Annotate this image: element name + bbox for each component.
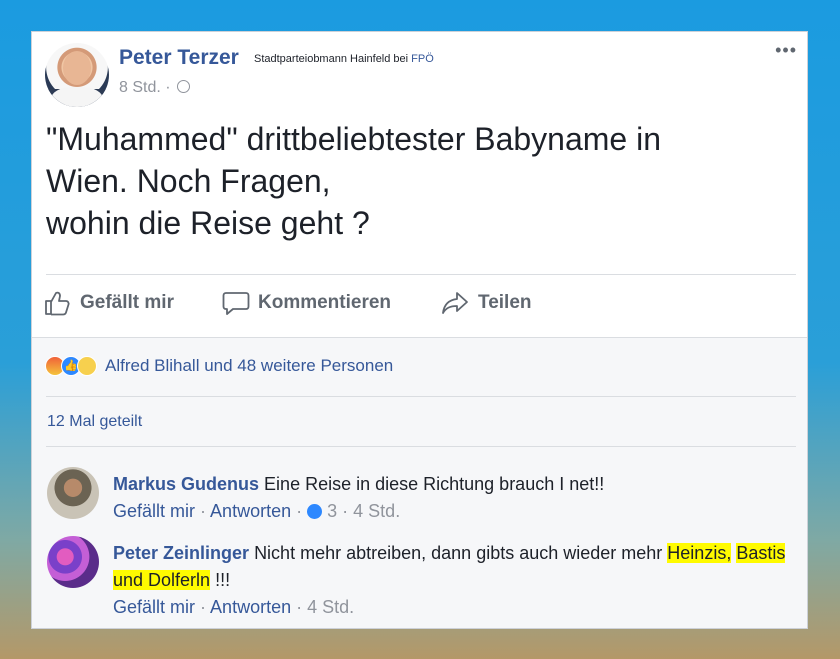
reactions-summary[interactable]: 👍 Alfred Blihall und 48 weitere Personen	[45, 356, 393, 376]
comment-button[interactable]: Kommentieren	[222, 290, 391, 316]
comment-actions: Gefällt mir · Antworten · 4 Std.	[113, 597, 355, 617]
post-meta: 8 Std. ·	[119, 79, 191, 97]
share-count[interactable]: 12 Mal geteilt	[47, 413, 142, 431]
comment-like-link[interactable]: Gefällt mir	[113, 597, 195, 617]
like-button-label: Gefällt mir	[80, 292, 174, 313]
comment-reply-link[interactable]: Antworten	[210, 501, 291, 521]
facebook-post-card: Peter Terzer Stadtparteiobmann Hainfeld …	[31, 31, 808, 629]
comment-time[interactable]: · 4 Std.	[296, 597, 354, 617]
post-text-line: wohin die Reise geht ?	[46, 205, 370, 241]
comment-like-link[interactable]: Gefällt mir	[113, 501, 195, 521]
post-text-line: Wien. Noch Fragen,	[46, 163, 331, 199]
author-role: Stadtparteiobmann Hainfeld bei FPÖ	[254, 53, 434, 65]
commenter-name[interactable]: Markus Gudenus	[113, 474, 259, 494]
post-text: "Muhammed" drittbeliebtester Babyname in…	[46, 118, 786, 244]
post-author-name[interactable]: Peter Terzer	[119, 46, 239, 70]
like-button[interactable]: Gefällt mir	[44, 290, 174, 316]
divider	[46, 274, 796, 275]
author-avatar[interactable]	[45, 43, 109, 107]
thumbs-up-icon	[45, 291, 70, 316]
reactions-text[interactable]: Alfred Blihall und 48 weitere Personen	[105, 356, 393, 376]
highlighted-text: Heinzis,	[667, 543, 732, 563]
like-icon	[307, 503, 323, 519]
comment-icon	[222, 292, 250, 315]
commenter-name[interactable]: Peter Zeinlinger	[113, 543, 249, 563]
divider	[46, 396, 796, 397]
comment-text: Nicht mehr abtreiben, dann gibts auch wi…	[254, 543, 663, 563]
commenter-avatar[interactable]	[47, 536, 99, 588]
author-role-text: Stadtparteiobmann Hainfeld bei	[254, 53, 409, 65]
divider	[46, 446, 796, 447]
share-icon	[442, 292, 468, 314]
commenter-avatar[interactable]	[47, 467, 99, 519]
post-time[interactable]: 8 Std. ·	[119, 79, 171, 96]
comment-button-label: Kommentieren	[258, 292, 392, 313]
share-button[interactable]: Teilen	[440, 290, 532, 316]
comment-reaction-count[interactable]: 3	[327, 501, 337, 521]
sad-icon	[77, 356, 97, 376]
comment-actions: Gefällt mir · Antworten · 3 · 4 Std.	[113, 501, 401, 521]
globe-icon	[177, 80, 191, 94]
comment-time[interactable]: · 4 Std.	[342, 501, 400, 521]
comment-reply-link[interactable]: Antworten	[210, 597, 291, 617]
share-button-label: Teilen	[478, 292, 532, 313]
comment-text-end: !!!	[215, 570, 231, 590]
comment-body: Markus Gudenus Eine Reise in diese Richt…	[113, 471, 788, 525]
more-options-button[interactable]: •••	[775, 40, 797, 61]
party-link[interactable]: FPÖ	[411, 53, 434, 65]
post-text-line: "Muhammed" drittbeliebtester Babyname in	[46, 121, 662, 157]
comment-text: Eine Reise in diese Richtung brauch I ne…	[264, 474, 605, 494]
comment-body: Peter Zeinlinger Nicht mehr abtreiben, d…	[113, 540, 788, 621]
